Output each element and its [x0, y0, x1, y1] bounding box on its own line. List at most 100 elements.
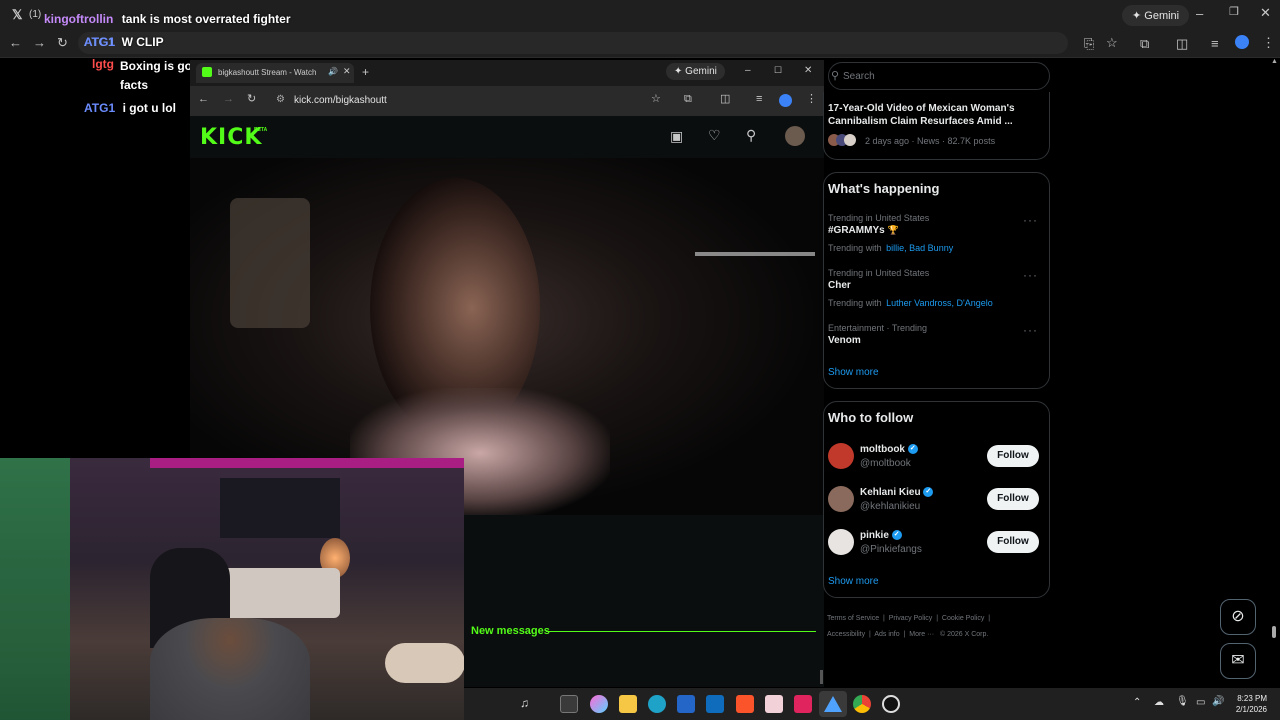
- edge-icon[interactable]: [648, 695, 666, 713]
- footer-link[interactable]: More ···: [909, 631, 934, 638]
- chat-scrollbar[interactable]: [820, 670, 823, 684]
- follow-button[interactable]: Follow: [987, 531, 1039, 553]
- widgets-icon[interactable]: ♫: [520, 696, 529, 710]
- volume-icon[interactable]: 🔊: [1212, 696, 1224, 707]
- file-explorer-icon[interactable]: [619, 695, 637, 713]
- media-icon[interactable]: ≡: [1211, 37, 1219, 50]
- trend-item[interactable]: Trending in United States Cher Trending …: [828, 268, 1046, 310]
- avatar[interactable]: [828, 486, 854, 512]
- trend-with-label: Trending with: [828, 298, 882, 308]
- arc-app-icon: [824, 696, 842, 712]
- webcam-overlay: [0, 458, 464, 720]
- news-card[interactable]: 17-Year-Old Video of Mexican Woman's Can…: [823, 92, 1050, 160]
- happening-show-more[interactable]: Show more: [828, 367, 879, 378]
- trend-with-links[interactable]: billie, Bad Bunny: [886, 243, 953, 253]
- extensions-icon[interactable]: ⧉: [1140, 37, 1149, 50]
- microphone-icon[interactable]: 🎙: [1176, 696, 1189, 707]
- page-scrollbar[interactable]: ▲: [1271, 58, 1278, 688]
- forward-icon[interactable]: →: [33, 36, 46, 49]
- gemini-button[interactable]: ✦ Gemini: [1122, 5, 1190, 26]
- x-search-input[interactable]: ⚲ Search: [828, 62, 1050, 90]
- footer-link[interactable]: Cookie Policy: [942, 615, 984, 622]
- follow-show-more[interactable]: Show more: [828, 576, 879, 587]
- inner-star-icon[interactable]: ☆: [651, 94, 661, 105]
- follow-suggestion[interactable]: Kehlani Kieu ✓ @kehlanikieu Follow: [828, 485, 1046, 517]
- inner-split-icon[interactable]: ◫: [720, 94, 730, 105]
- copilot-icon[interactable]: [590, 695, 608, 713]
- store-icon[interactable]: [677, 695, 695, 713]
- inner-forward-icon[interactable]: →: [223, 94, 234, 105]
- taskbar-clock[interactable]: 8:23 PM 2/1/2026: [1227, 693, 1267, 715]
- chrome-icon[interactable]: [853, 695, 871, 713]
- brave-icon[interactable]: [736, 695, 754, 713]
- inner-menu-icon[interactable]: ⋮: [806, 94, 817, 105]
- music-icon[interactable]: [794, 695, 812, 713]
- back-icon[interactable]: ←: [9, 36, 22, 49]
- inner-media-icon[interactable]: ≡: [756, 94, 762, 105]
- inner-gemini-button[interactable]: ✦ Gemini: [666, 63, 725, 80]
- follow-button[interactable]: Follow: [987, 488, 1039, 510]
- trend-context: Trending in United States: [828, 268, 930, 278]
- more-options-icon[interactable]: ···: [1023, 323, 1038, 337]
- footer-link[interactable]: Terms of Service: [827, 615, 879, 622]
- windows-taskbar: ♫ ⌃ ☁ 🎙 ▭ 🔊 8:23 PM 2/1/2026: [464, 688, 1280, 720]
- search-icon[interactable]: ⚲: [746, 128, 756, 142]
- bookmark-star-icon[interactable]: ☆: [1106, 36, 1118, 49]
- kick-user-avatar[interactable]: [785, 126, 805, 146]
- bed: [220, 568, 340, 618]
- streamer-webcam: [150, 618, 310, 720]
- outlook-icon[interactable]: [706, 695, 724, 713]
- new-messages-label[interactable]: New messages: [471, 625, 550, 637]
- inner-extensions-icon[interactable]: ⧉: [684, 94, 692, 105]
- inner-restore-icon[interactable]: ☐: [774, 66, 782, 75]
- footer-link[interactable]: Ads info: [874, 631, 899, 638]
- inner-minimize-icon[interactable]: –: [745, 66, 751, 76]
- obs-icon[interactable]: [882, 695, 900, 713]
- footer-link[interactable]: Privacy Policy: [889, 615, 933, 622]
- display-icon[interactable]: ▭: [1196, 697, 1205, 708]
- x-right-sidebar: ⚲ Search 17-Year-Old Video of Mexican Wo…: [823, 58, 1264, 688]
- browse-icon[interactable]: ▣: [670, 129, 683, 143]
- inner-address-bar[interactable]: ⚙ kick.com/bigkashoutt: [270, 91, 670, 111]
- active-app-highlight[interactable]: [819, 691, 847, 717]
- more-options-icon[interactable]: ···: [1023, 268, 1038, 282]
- profile-avatar[interactable]: [1235, 35, 1249, 49]
- calendar-icon[interactable]: [765, 695, 783, 713]
- task-view-icon[interactable]: [560, 695, 578, 713]
- distant-lights: [695, 252, 815, 256]
- close-icon[interactable]: ✕: [1260, 6, 1271, 19]
- inner-profile-avatar[interactable]: [779, 94, 792, 107]
- grok-button[interactable]: ⊘: [1220, 599, 1256, 635]
- follow-suggestion[interactable]: moltbook ✓ @moltbook Follow: [828, 442, 1046, 474]
- minimize-icon[interactable]: –: [1196, 7, 1203, 20]
- trend-item[interactable]: Trending in United States #GRAMMYs 🏆 Tre…: [828, 213, 1046, 255]
- cast-icon[interactable]: ⎘: [1084, 37, 1094, 50]
- menu-icon[interactable]: ⋮: [1262, 36, 1275, 49]
- footer-link[interactable]: Accessibility: [827, 631, 865, 638]
- inner-reload-icon[interactable]: ↻: [247, 94, 256, 105]
- scroll-up-icon[interactable]: ▲: [1271, 58, 1278, 65]
- tab-close-icon[interactable]: ✕: [343, 66, 351, 77]
- tray-cloud-icon[interactable]: ☁: [1154, 697, 1164, 708]
- restore-icon[interactable]: ❐: [1229, 7, 1239, 18]
- new-tab-icon[interactable]: +: [362, 66, 369, 78]
- tray-chevron-icon[interactable]: ⌃: [1133, 697, 1141, 708]
- inner-close-icon[interactable]: ✕: [804, 66, 812, 76]
- trend-with-links[interactable]: Luther Vandross, D'Angelo: [886, 298, 993, 308]
- scrollbar-thumb[interactable]: [1272, 626, 1276, 638]
- messages-button[interactable]: ✉: [1220, 643, 1256, 679]
- split-view-icon[interactable]: ◫: [1176, 37, 1188, 50]
- follow-suggestion[interactable]: pinkie ✓ @Pinkiefangs Follow: [828, 528, 1046, 560]
- inner-back-icon[interactable]: ←: [198, 94, 209, 105]
- trend-item[interactable]: Entertainment · Trending Venom ···: [828, 323, 1046, 353]
- outer-address-bar[interactable]: ATG1: [78, 32, 1068, 54]
- avatar[interactable]: [828, 443, 854, 469]
- site-info-icon[interactable]: ⚙: [276, 94, 285, 105]
- follow-button[interactable]: Follow: [987, 445, 1039, 467]
- inner-tab[interactable]: bigkashoutt Stream - Watch 🔊 ✕: [196, 63, 354, 83]
- heart-icon[interactable]: ♡: [708, 128, 721, 142]
- reload-icon[interactable]: ↻: [57, 36, 68, 49]
- car-headrest: [230, 198, 310, 328]
- more-options-icon[interactable]: ···: [1023, 213, 1038, 227]
- avatar[interactable]: [828, 529, 854, 555]
